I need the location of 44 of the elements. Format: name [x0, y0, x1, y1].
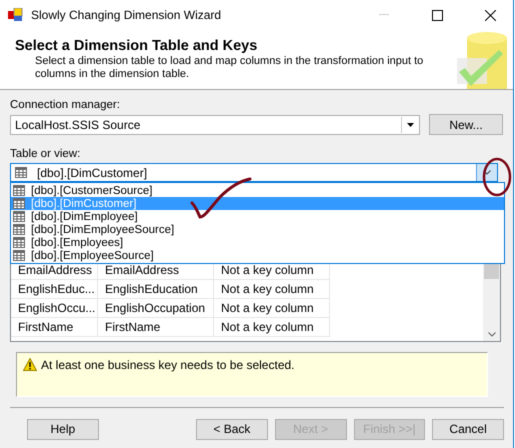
table-icon: [13, 237, 25, 248]
check-mark-drawing: [190, 177, 252, 221]
new-button[interactable]: New...: [429, 114, 503, 135]
dropdown-arrow-icon: [406, 122, 414, 126]
warning-icon: [23, 358, 37, 371]
table-cell: Not a key column: [214, 280, 330, 299]
dropdown-option[interactable]: [dbo].[DimEmployee]: [11, 210, 504, 223]
table-icon: [15, 167, 27, 178]
table-cell: Not a key column: [214, 318, 330, 337]
table-cell: EnglishEduc...: [11, 280, 98, 299]
connection-label: Connection manager:: [10, 99, 121, 111]
table-cell: Not a key column: [214, 261, 330, 280]
dropdown-option[interactable]: [dbo].[CustomerSource]: [11, 184, 504, 197]
table-icon: [13, 211, 25, 222]
wizard-button[interactable]: Help: [27, 418, 99, 440]
table-cell: EnglishOccupation: [98, 299, 214, 318]
annotation-circle: [482, 157, 512, 197]
table-cell: EnglishOccu...: [11, 299, 98, 318]
table-cell: EmailAddress: [98, 261, 214, 280]
table-cell: EnglishEducation: [98, 280, 214, 299]
dropdown-option[interactable]: [dbo].[Employees]: [11, 236, 504, 249]
chevron-down-icon: [483, 170, 491, 175]
table-cell: FirstName: [11, 318, 98, 337]
window-title: Slowly Changing Dimension Wizard: [31, 8, 222, 22]
table-cell: FirstName: [98, 318, 214, 337]
table-cell: Not a key column: [214, 299, 330, 318]
wizard-button[interactable]: Cancel: [432, 418, 504, 440]
app-icon: [8, 8, 24, 22]
dropdown-option[interactable]: [dbo].[DimEmployeeSource]: [11, 223, 504, 236]
wizard-button[interactable]: < Back: [196, 418, 268, 440]
table-icon: [13, 185, 25, 196]
page-description: Select a dimension table to load and map columns in the transformation input to columns in the dimension table.: [34, 55, 424, 81]
dropdown-option[interactable]: [dbo].[EmployeeSource]: [11, 249, 504, 262]
table-icon: [13, 250, 25, 261]
warning-message: At least one business key needs to be selected.: [41, 358, 294, 372]
page-title: Select a Dimension Table and Keys: [15, 38, 258, 54]
maximize-icon[interactable]: [432, 10, 442, 20]
table-icon: [13, 198, 25, 209]
connection-dropdown[interactable]: LocalHost.SSIS Source: [10, 114, 420, 134]
table-label: Table or view:: [10, 148, 82, 160]
table-cell: EmailAddress: [11, 261, 98, 280]
table-icon: [13, 224, 25, 235]
table-dropdown[interactable]: [dbo].[DimCustomer]: [10, 163, 498, 182]
close-icon[interactable]: [484, 10, 496, 20]
